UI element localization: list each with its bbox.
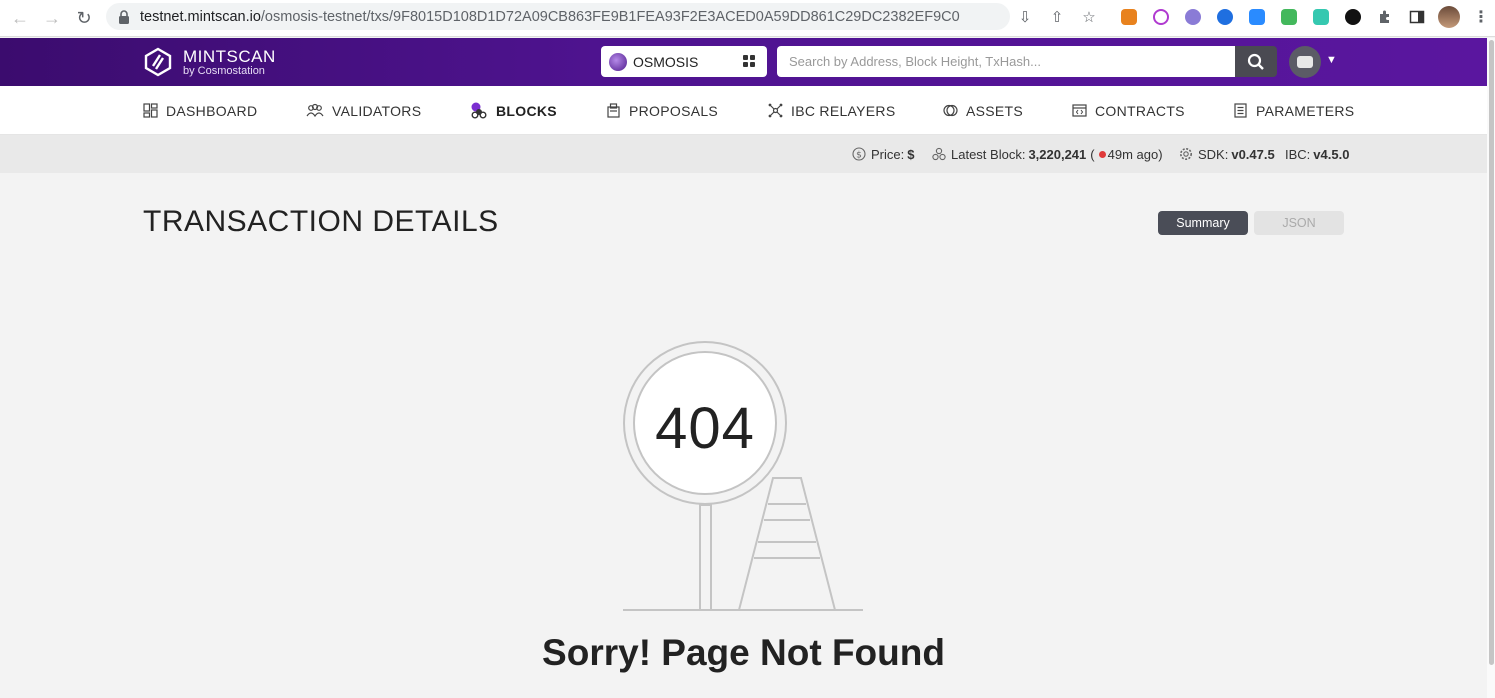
error-message: Sorry! Page Not Found	[542, 632, 945, 673]
ibc-status: IBC: v4.5.0	[1285, 146, 1350, 162]
mintscan-logo[interactable]: MINTSCAN by Cosmostation	[143, 47, 276, 77]
profile-avatar[interactable]	[1436, 4, 1462, 30]
status-red-dot	[1098, 150, 1106, 158]
nav-blocks[interactable]: BLOCKS	[470, 86, 557, 135]
assets-icon	[943, 104, 958, 117]
nav-parameters[interactable]: PARAMETERS	[1233, 86, 1354, 135]
nav-assets[interactable]: ASSETS	[943, 86, 1023, 135]
extension-icon[interactable]	[1308, 4, 1334, 30]
nav-proposals[interactable]: PROPOSALS	[606, 86, 718, 135]
nav-contracts[interactable]: CONTRACTS	[1072, 86, 1185, 135]
install-icon[interactable]: ⇩	[1012, 4, 1038, 30]
chain-name: OSMOSIS	[633, 53, 699, 70]
lock-icon	[118, 9, 130, 24]
chain-status-bar: $ Price: $ Latest Block: 3,220,241 (49m ag…	[0, 135, 1487, 173]
url-host: testnet.mintscan.io	[140, 8, 261, 25]
blocks-icon	[471, 102, 487, 118]
mintscan-logo-icon	[144, 47, 172, 77]
search-button[interactable]	[1235, 46, 1277, 77]
logo-title: MINTSCAN	[183, 46, 276, 66]
logo-subtitle: by Cosmostation	[183, 64, 265, 77]
scrollbar-thumb[interactable]	[1489, 40, 1494, 665]
svg-text:$: $	[856, 151, 862, 161]
nav-dashboard[interactable]: DASHBOARD	[143, 86, 257, 135]
ibc-relayers-icon	[768, 103, 783, 118]
parameters-icon	[1234, 103, 1247, 118]
dashboard-icon	[143, 103, 158, 118]
back-icon[interactable]: ←	[5, 3, 35, 33]
chevron-down-icon[interactable]: ▼	[1326, 54, 1337, 66]
validators-icon	[306, 103, 324, 118]
summary-tab[interactable]: Summary	[1158, 211, 1248, 235]
extension-icon[interactable]	[1276, 4, 1302, 30]
side-panel-icon[interactable]	[1404, 4, 1430, 30]
contracts-icon	[1072, 104, 1087, 117]
wallet-button[interactable]	[1289, 46, 1321, 78]
share-icon[interactable]: ⇧	[1044, 4, 1070, 30]
not-found-illustration	[623, 341, 863, 611]
search-icon	[1247, 53, 1264, 70]
forward-icon[interactable]: →	[37, 3, 67, 33]
puzzle-extensions-icon[interactable]	[1372, 4, 1398, 30]
metamask-extension-icon[interactable]	[1116, 4, 1142, 30]
latest-block-status[interactable]: Latest Block: 3,220,241 (49m ago)	[932, 135, 1163, 173]
extension-icon[interactable]	[1340, 4, 1366, 30]
nav-ibc-relayers[interactable]: IBC RELAYERS	[768, 86, 896, 135]
browser-menu-icon[interactable]: ⋮	[1468, 4, 1494, 30]
search-input[interactable]	[777, 46, 1235, 77]
site-header: MINTSCAN by Cosmostation OSMOSIS ▼	[0, 38, 1487, 86]
proposals-icon	[607, 103, 620, 118]
dollar-icon: $	[852, 147, 866, 161]
price-status: $ Price: $	[852, 135, 914, 173]
grid-icon	[743, 55, 755, 67]
keplr-extension-icon[interactable]	[1244, 4, 1270, 30]
page-title: TRANSACTION DETAILS	[143, 205, 499, 238]
sdk-status: SDK: v0.47.5	[1179, 135, 1275, 173]
gear-icon	[1180, 148, 1192, 160]
extension-icon[interactable]	[1148, 4, 1174, 30]
osmosis-icon	[609, 52, 627, 71]
nav-validators[interactable]: VALIDATORS	[306, 86, 421, 135]
url-path: /osmosis-testnet/txs/9F8015D108D1D72A09C…	[260, 8, 960, 25]
chain-selector[interactable]: OSMOSIS	[601, 46, 767, 77]
json-tab[interactable]: JSON	[1254, 211, 1344, 235]
main-navigation: DASHBOARD VALIDATORS BLOCKS PROPOSALS IB…	[0, 86, 1487, 135]
address-bar[interactable]: testnet.mintscan.io/osmosis-testnet/txs/…	[106, 3, 1010, 30]
extension-icon[interactable]	[1180, 4, 1206, 30]
wallet-icon	[1297, 56, 1313, 68]
blocks-icon	[932, 147, 946, 161]
browser-toolbar: ← → ↻ testnet.mintscan.io/osmosis-testne…	[0, 0, 1495, 37]
reload-icon[interactable]: ↻	[69, 3, 99, 33]
bookmark-star-icon[interactable]: ☆	[1076, 4, 1102, 30]
view-toggle: Summary JSON	[1158, 211, 1344, 235]
error-code: 404	[655, 396, 755, 461]
extension-icon[interactable]	[1212, 4, 1238, 30]
